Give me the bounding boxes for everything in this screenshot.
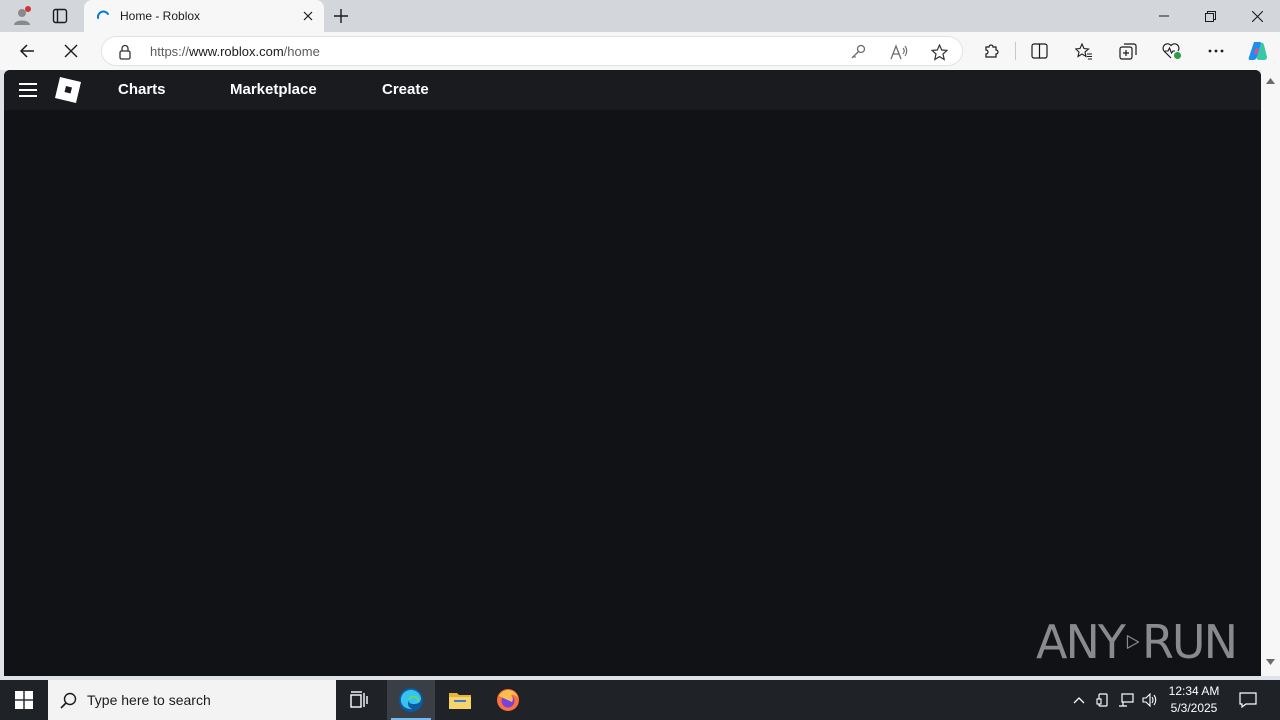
url-scheme: https:// — [150, 44, 190, 59]
tab-title: Home - Roblox — [120, 9, 201, 23]
close-icon — [64, 44, 78, 58]
watermark-right-text: RUN — [1141, 615, 1238, 669]
chevron-up-icon — [1073, 696, 1085, 703]
browser-titlebar: Home - Roblox — [0, 0, 1280, 32]
tab-actions-icon — [52, 8, 68, 24]
clock-time: 12:34 AM — [1168, 684, 1220, 698]
loading-spinner-icon — [96, 10, 109, 19]
stop-loading-button[interactable] — [55, 35, 87, 67]
scroll-down-arrow-icon[interactable] — [1266, 659, 1275, 665]
device-icon — [1096, 693, 1108, 707]
favorite-star-button[interactable] — [927, 40, 951, 64]
url-host: www.roblox.com — [189, 44, 284, 59]
minimize-icon — [1159, 15, 1169, 17]
speaker-icon — [1142, 693, 1157, 707]
network-icon — [1119, 693, 1134, 707]
restore-icon — [1204, 10, 1216, 22]
plus-icon — [334, 9, 348, 23]
tab-home-roblox[interactable]: Home - Roblox — [84, 0, 324, 32]
collections-button[interactable] — [1112, 35, 1144, 67]
puzzle-icon — [984, 43, 999, 58]
taskbar-file-explorer-button[interactable] — [436, 680, 484, 720]
key-icon — [851, 44, 866, 59]
edge-browser-icon — [399, 688, 423, 712]
favorites-button[interactable] — [1068, 35, 1100, 67]
password-key-button[interactable] — [846, 40, 870, 64]
extensions-button[interactable] — [975, 35, 1007, 67]
split-screen-icon — [1030, 43, 1048, 59]
folder-icon — [449, 693, 471, 709]
webpage-viewport: Charts Marketplace Create — [4, 70, 1261, 676]
nav-create[interactable]: Create — [382, 81, 429, 98]
close-icon — [1251, 10, 1263, 22]
url-path: /home — [283, 44, 320, 59]
anyrun-watermark: ANY RUN — [1036, 610, 1238, 674]
hamburger-menu-button[interactable] — [16, 78, 40, 102]
task-view-icon — [350, 691, 368, 708]
taskbar-clock[interactable]: 12:34 AM 5/3/2025 — [1160, 683, 1228, 717]
search-placeholder: Type here to search — [87, 692, 211, 708]
watermark-left-text: ANY — [1036, 615, 1126, 669]
tray-device-button[interactable] — [1092, 680, 1114, 720]
copilot-button[interactable] — [1242, 35, 1274, 67]
profile-button[interactable] — [8, 0, 36, 32]
show-hidden-icons-button[interactable] — [1068, 680, 1090, 720]
new-tab-button[interactable] — [328, 0, 354, 32]
roblox-logo-icon — [55, 77, 81, 103]
more-horizontal-icon — [1208, 49, 1224, 53]
browser-toolbar: https://www.roblox.com/home — [0, 32, 1280, 70]
roblox-header: Charts Marketplace Create — [4, 70, 1261, 110]
toolbar-separator — [1015, 42, 1016, 60]
taskbar-firefox-button[interactable] — [484, 680, 532, 720]
restore-button[interactable] — [1187, 0, 1233, 32]
favorites-icon — [1075, 42, 1092, 60]
taskbar-edge-button[interactable] — [387, 680, 435, 720]
read-aloud-icon — [890, 44, 908, 60]
heartbeat-icon — [1162, 43, 1181, 59]
tray-volume-button[interactable] — [1139, 680, 1161, 720]
browser-essentials-button[interactable] — [1156, 35, 1188, 67]
search-icon — [60, 692, 77, 709]
minimize-button[interactable] — [1141, 0, 1187, 32]
tray-network-button[interactable] — [1115, 680, 1137, 720]
tab-close-button[interactable] — [294, 2, 322, 30]
read-aloud-button[interactable] — [887, 40, 911, 64]
menu-icon — [19, 83, 37, 97]
url-text[interactable]: https://www.roblox.com/home — [150, 44, 320, 59]
close-icon — [303, 11, 313, 21]
close-window-button[interactable] — [1234, 0, 1280, 32]
star-icon — [930, 43, 948, 61]
taskbar-search-box[interactable]: Type here to search — [48, 680, 336, 720]
arrow-left-icon — [19, 44, 34, 58]
page-scrollbar[interactable] — [1261, 70, 1280, 676]
windows-taskbar: Type here to search 12:34 AM 5/3/2025 — [0, 680, 1280, 720]
start-button[interactable] — [0, 680, 48, 720]
collections-icon — [1119, 42, 1137, 60]
action-center-button[interactable] — [1234, 680, 1262, 720]
copilot-icon — [1248, 42, 1267, 60]
roblox-logo-link[interactable] — [53, 75, 83, 105]
clock-date: 5/3/2025 — [1170, 701, 1218, 715]
settings-more-button[interactable] — [1200, 35, 1232, 67]
firefox-icon — [497, 689, 519, 711]
play-triangle-icon — [1126, 635, 1140, 649]
tab-actions-button[interactable] — [46, 0, 74, 32]
profile-icon — [14, 6, 31, 25]
windows-logo-icon — [15, 691, 33, 709]
task-view-button[interactable] — [336, 680, 384, 720]
notification-icon — [1239, 692, 1257, 708]
scroll-up-arrow-icon[interactable] — [1266, 78, 1275, 84]
address-bar[interactable]: https://www.roblox.com/home — [101, 36, 963, 66]
back-button[interactable] — [11, 35, 43, 67]
nav-marketplace[interactable]: Marketplace — [230, 81, 317, 98]
nav-charts[interactable]: Charts — [118, 81, 166, 98]
lock-icon — [119, 44, 131, 60]
split-screen-button[interactable] — [1023, 35, 1055, 67]
